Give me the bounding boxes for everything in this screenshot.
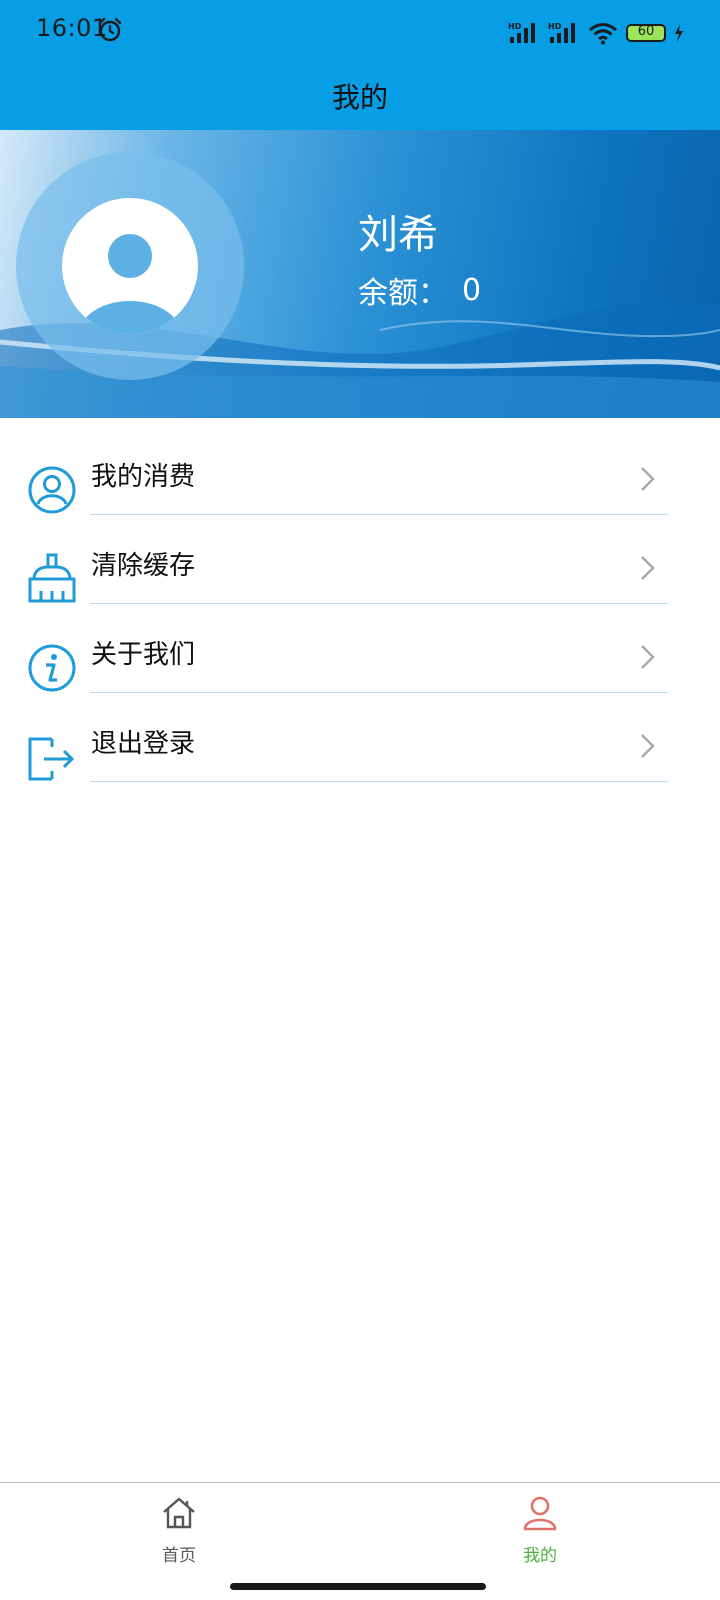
user-icon xyxy=(523,1496,557,1531)
menu-item-label: 关于我们 xyxy=(91,640,196,670)
chevron-right-icon xyxy=(641,734,655,758)
broom-icon xyxy=(28,553,76,603)
menu-item-label: 我的消费 xyxy=(91,462,196,492)
wifi-icon xyxy=(589,23,617,45)
charging-icon xyxy=(675,24,683,42)
hd-signal-icon: HD xyxy=(508,22,535,43)
status-bar: 16:01 HD HD 60 xyxy=(0,0,720,62)
user-name: 刘希 xyxy=(358,212,438,258)
home-icon xyxy=(163,1497,195,1529)
svg-text:HD: HD xyxy=(548,22,562,31)
hd-signal-icon: HD xyxy=(548,22,575,43)
menu-item-label: 退出登录 xyxy=(91,729,196,759)
alarm-icon xyxy=(98,17,122,42)
chevron-right-icon xyxy=(641,645,655,669)
menu-item-clear-cache[interactable]: 清除缓存 xyxy=(0,523,720,612)
info-icon xyxy=(28,644,76,692)
tab-label: 首页 xyxy=(162,1546,196,1566)
logout-icon xyxy=(28,737,75,781)
balance: 余额： 0 xyxy=(358,268,481,312)
divider xyxy=(90,781,668,782)
profile-header: 刘希 余额： 0 xyxy=(0,130,720,418)
menu-item-my-consumption[interactable]: 我的消费 xyxy=(0,434,720,523)
balance-value: 0 xyxy=(462,272,482,308)
balance-label: 余额： xyxy=(358,276,448,311)
menu-item-logout[interactable]: 退出登录 xyxy=(0,701,720,790)
battery-icon: 60 xyxy=(626,24,666,42)
menu-item-label: 清除缓存 xyxy=(91,551,196,581)
status-icons: HD HD 60 xyxy=(508,18,684,48)
divider xyxy=(90,514,668,515)
divider xyxy=(90,603,668,604)
chevron-right-icon xyxy=(641,467,655,491)
avatar[interactable] xyxy=(62,198,198,334)
user-circle-icon xyxy=(28,466,76,514)
home-indicator[interactable] xyxy=(230,1583,486,1590)
tab-label: 我的 xyxy=(523,1546,557,1566)
svg-text:HD: HD xyxy=(508,22,522,31)
battery-level: 60 xyxy=(637,24,655,39)
divider xyxy=(90,692,668,693)
title-bar: 我的 xyxy=(0,62,720,130)
chevron-right-icon xyxy=(641,556,655,580)
menu-item-about-us[interactable]: 关于我们 xyxy=(0,612,720,701)
page-title: 我的 xyxy=(331,81,388,114)
tab-mine[interactable]: 我的 xyxy=(480,1483,600,1583)
default-avatar-icon xyxy=(78,234,182,334)
menu-list: 我的消费 清除缓存 关于我们 退出登录 xyxy=(0,434,720,790)
tab-home[interactable]: 首页 xyxy=(119,1483,239,1583)
